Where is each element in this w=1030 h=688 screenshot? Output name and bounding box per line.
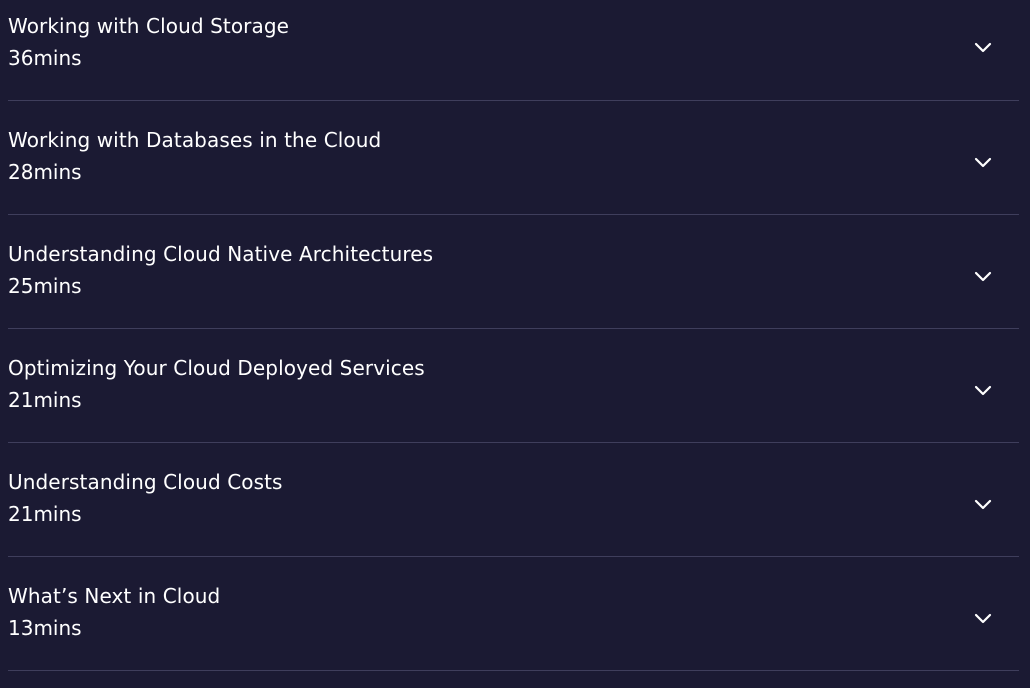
- module-title: Working with Cloud Storage: [8, 14, 290, 38]
- module-duration: 25mins: [8, 274, 82, 298]
- module-title: Optimizing Your Cloud Deployed Services: [8, 356, 425, 380]
- module-item-cloud-costs[interactable]: Understanding Cloud Costs 21mins: [8, 443, 1019, 557]
- module-title: Understanding Cloud Costs: [8, 470, 283, 494]
- chevron-down-icon[interactable]: [974, 383, 992, 397]
- module-item-optimizing-services[interactable]: Optimizing Your Cloud Deployed Services …: [8, 329, 1019, 443]
- chevron-down-icon[interactable]: [974, 269, 992, 283]
- chevron-down-icon[interactable]: [974, 497, 992, 511]
- module-title: What’s Next in Cloud: [8, 584, 221, 608]
- course-module-list: Working with Cloud Storage 36mins Workin…: [8, 0, 1019, 671]
- module-item-cloud-storage[interactable]: Working with Cloud Storage 36mins: [8, 0, 1019, 101]
- module-item-cloud-native-architectures[interactable]: Understanding Cloud Native Architectures…: [8, 215, 1019, 329]
- module-duration: 28mins: [8, 160, 82, 184]
- module-title: Understanding Cloud Native Architectures: [8, 242, 434, 266]
- module-duration: 21mins: [8, 388, 82, 412]
- chevron-down-icon[interactable]: [974, 155, 992, 169]
- module-item-databases-in-cloud[interactable]: Working with Databases in the Cloud 28mi…: [8, 101, 1019, 215]
- module-duration: 13mins: [8, 616, 82, 640]
- module-duration: 36mins: [8, 46, 82, 70]
- chevron-down-icon[interactable]: [974, 40, 992, 54]
- module-item-whats-next[interactable]: What’s Next in Cloud 13mins: [8, 557, 1019, 671]
- module-title: Working with Databases in the Cloud: [8, 128, 382, 152]
- module-duration: 21mins: [8, 502, 82, 526]
- chevron-down-icon[interactable]: [974, 611, 992, 625]
